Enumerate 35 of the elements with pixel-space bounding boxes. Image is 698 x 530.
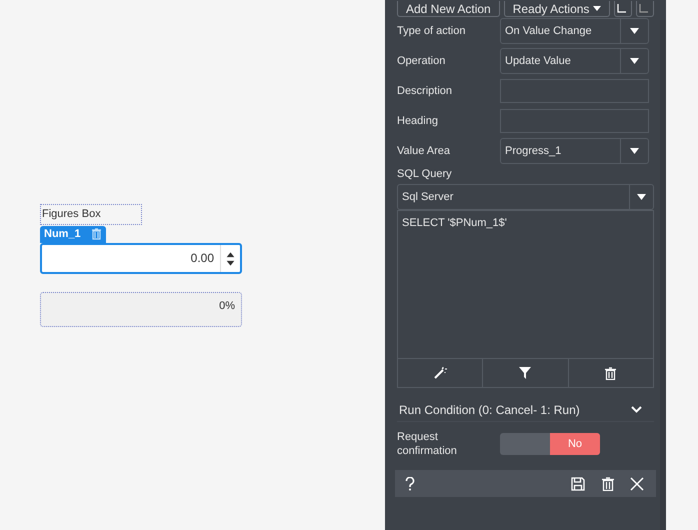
field-tag-label: Num_1 [44, 226, 81, 242]
caret-icon [630, 58, 639, 64]
trash-icon [605, 366, 616, 380]
caret-icon [630, 148, 639, 154]
run-condition-label: Run Condition (0: Cancel- 1: Run) [398, 402, 580, 418]
request-confirmation-label: Request confirmation [397, 430, 458, 458]
select-field[interactable]: Update Value [500, 48, 649, 74]
field-label: Description [397, 84, 454, 99]
chevron-icon[interactable] [631, 406, 642, 413]
text-field[interactable] [500, 109, 649, 133]
field-label: Heading [397, 114, 439, 129]
magic-wand-icon [433, 366, 448, 380]
query-editor[interactable]: SELECT '$PNum_1$' [397, 210, 654, 359]
toggle-state: No [550, 433, 600, 455]
select-field[interactable]: Progress_1 [500, 138, 649, 164]
caret-icon [630, 28, 639, 34]
ready-actions-button[interactable]: Ready Actions [504, 1, 610, 17]
engine-select[interactable]: Sql Server [397, 184, 654, 210]
field-label: Operation [397, 54, 446, 69]
caret-icon [593, 6, 602, 11]
field-tag[interactable]: Num_1 [40, 226, 106, 242]
save-icon[interactable] [571, 476, 585, 490]
number-value: 0.00 [190, 250, 215, 267]
field-label: Type of action [397, 24, 466, 39]
close-icon[interactable] [630, 476, 644, 490]
sql-query-label: SQL Query [397, 167, 453, 182]
caret-icon [637, 194, 646, 200]
add-action-button[interactable]: Add New Action [397, 1, 500, 17]
text-field[interactable] [500, 79, 649, 103]
filter-icon [519, 367, 532, 379]
field-label: Value Area [397, 144, 452, 159]
help-icon[interactable] [405, 476, 415, 490]
select-field[interactable]: On Value Change [500, 18, 649, 44]
figures-box-label: Figures Box [40, 204, 142, 224]
number-field[interactable]: 0.00 [40, 242, 242, 274]
